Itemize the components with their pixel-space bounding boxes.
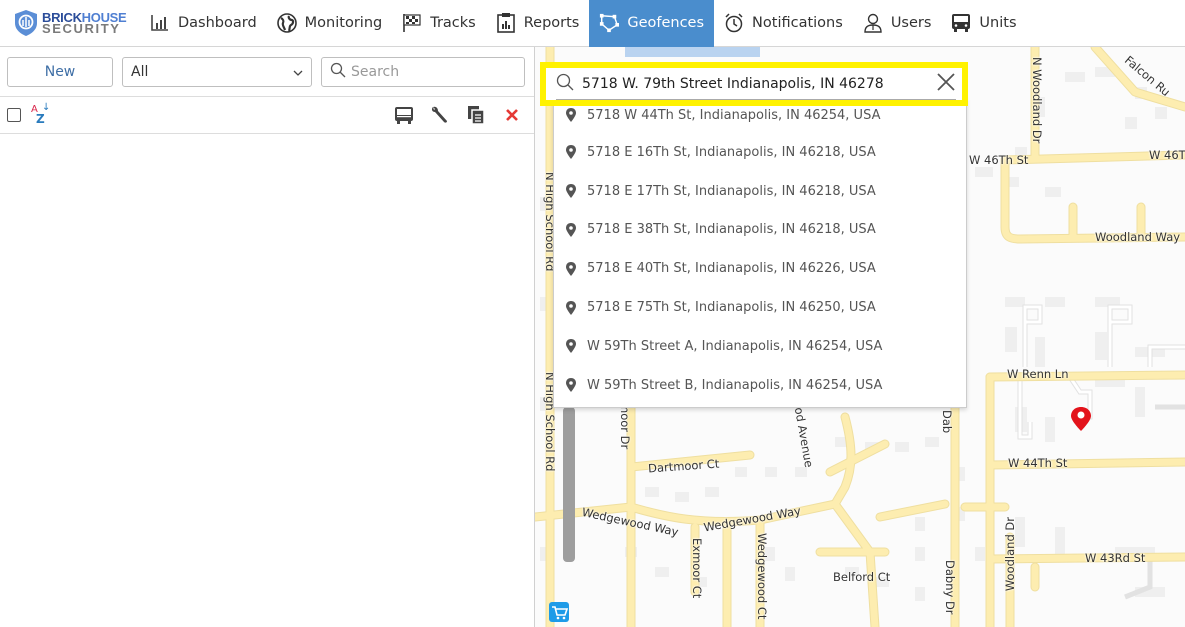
list-toolbar: New All Search — [0, 47, 534, 97]
location-marker-icon[interactable] — [1071, 407, 1091, 431]
nav-geofences[interactable]: Geofences — [589, 0, 715, 47]
suggestion-text: 5718 E 16Th St, Indianapolis, IN 46218, … — [587, 144, 876, 160]
filter-select-value: All — [131, 63, 149, 80]
search-icon — [556, 73, 574, 95]
suggestion-text: 5718 E 75Th St, Indianapolis, IN 46250, … — [587, 300, 876, 316]
address-suggestion[interactable]: 5718 E 16Th St, Indianapolis, IN 46218, … — [554, 133, 966, 172]
address-suggestions-list: 5718 W 44Th St, Indianapolis, IN 46254, … — [553, 98, 967, 408]
map-pin-icon — [566, 222, 576, 237]
nav-geofences-label: Geofences — [627, 15, 705, 31]
globe-icon — [276, 13, 297, 33]
bus-icon[interactable] — [393, 104, 415, 126]
map-label-street: Woodland Dr — [1003, 517, 1017, 592]
select-all-checkbox[interactable] — [7, 108, 21, 122]
search-icon — [330, 62, 346, 82]
bus-icon — [951, 13, 971, 33]
map-label-street: W Renn Ln — [1007, 367, 1069, 381]
geofence-list-panel: New All Search A ↓ Z — [0, 47, 535, 627]
nav-reports-label: Reports — [523, 15, 580, 31]
brickhouse-logo[interactable]: BRICKHOUSE SECURITY — [0, 0, 140, 47]
map-label-street: Wedgewood Ct — [755, 533, 769, 620]
nav-dashboard[interactable]: Dashboard — [140, 0, 267, 47]
map-label-street: W 46T — [1149, 148, 1185, 162]
nav-users-label: Users — [890, 15, 932, 31]
suggestion-text: W 59Th Street A, Indianapolis, IN 46254,… — [587, 338, 883, 354]
map-label-street: Exmoor Ct — [690, 538, 704, 599]
nav-monitoring-label: Monitoring — [304, 15, 383, 31]
nav-units[interactable]: Units — [941, 0, 1026, 47]
clipboard-chart-icon — [496, 13, 516, 33]
nav-dashboard-label: Dashboard — [178, 15, 257, 31]
top-navigation-bar: BRICKHOUSE SECURITY Dashboard Monitoring… — [0, 0, 1185, 47]
map-label-street: moor Dr — [618, 402, 632, 450]
shopping-cart-icon[interactable] — [549, 602, 569, 622]
suggestion-text: 5718 E 40Th St, Indianapolis, IN 46226, … — [587, 261, 876, 277]
map-label-street: W 46Th St — [969, 153, 1029, 167]
map-pin-icon — [566, 184, 576, 199]
suggestion-text: 5718 E 38Th St, Indianapolis, IN 46218, … — [587, 222, 876, 238]
logo-text-security: SECURITY — [42, 21, 121, 36]
map-pin-icon — [566, 339, 576, 354]
user-icon — [863, 13, 883, 33]
clear-search-icon[interactable] — [936, 72, 956, 96]
nav-units-label: Units — [979, 15, 1017, 31]
address-suggestion[interactable]: W 59Th Street A, Indianapolis, IN 46254,… — [554, 327, 966, 366]
suggestion-text: 5718 E 17Th St, Indianapolis, IN 46218, … — [587, 183, 876, 199]
bar-chart-icon — [150, 13, 170, 33]
address-suggestion[interactable]: W 59Th Street B, Indianapolis, IN 46254,… — [554, 366, 966, 405]
map-label-street: Woodland Way — [1095, 230, 1181, 244]
search-placeholder: Search — [351, 63, 400, 80]
filter-select[interactable]: All — [122, 56, 312, 87]
new-geofence-button[interactable]: New — [7, 56, 113, 87]
map-pin-icon — [566, 378, 576, 393]
map-address-search: 5718 W. 79th Street Indianapolis, IN 462… — [540, 62, 968, 106]
map-label-street: W 43Rd St — [1085, 551, 1146, 565]
polygon-icon — [599, 13, 620, 33]
address-suggestion[interactable]: 5718 E 38Th St, Indianapolis, IN 46218, … — [554, 211, 966, 250]
main-nav: Dashboard Monitoring Tracks Reports Geof… — [140, 0, 1027, 47]
wrench-icon[interactable] — [429, 104, 451, 126]
address-suggestion[interactable]: 5718 E 40Th St, Indianapolis, IN 46226, … — [554, 249, 966, 288]
nav-monitoring[interactable]: Monitoring — [267, 0, 393, 47]
suggestion-text: 5718 W 44Th St, Indianapolis, IN 46254, … — [587, 108, 881, 123]
map-label-street: N Woodland Dr — [1030, 57, 1044, 144]
list-search-input[interactable]: Search — [321, 56, 525, 87]
address-suggestion[interactable]: 5718 E 17Th St, Indianapolis, IN 46218, … — [554, 172, 966, 211]
nav-tracks-label: Tracks — [430, 15, 476, 31]
chevron-down-icon — [293, 64, 303, 80]
suggestion-text: W 59Th Street B, Indianapolis, IN 46254,… — [587, 377, 883, 393]
map-water — [625, 47, 760, 57]
checkered-flag-icon — [402, 13, 422, 33]
address-suggestion[interactable]: 5718 E 75Th St, Indianapolis, IN 46250, … — [554, 288, 966, 327]
map-label-street: Belford Ct — [833, 570, 891, 584]
nav-users[interactable]: Users — [853, 0, 942, 47]
map-pin-icon — [566, 108, 576, 122]
nav-notifications[interactable]: Notifications — [714, 0, 853, 47]
map-pin-icon — [566, 261, 576, 276]
delete-icon[interactable] — [501, 104, 523, 126]
map-pin-icon — [566, 145, 576, 160]
shield-logo-icon — [15, 10, 37, 36]
nav-notifications-label: Notifications — [752, 15, 843, 31]
map-pin-icon — [566, 300, 576, 315]
copy-icon[interactable] — [465, 104, 487, 126]
map-label-street: Dabny Dr — [943, 560, 957, 615]
address-search-input[interactable]: 5718 W. 79th Street Indianapolis, IN 462… — [582, 76, 936, 92]
alarm-clock-icon — [724, 13, 744, 33]
map-label-street: W 44Th St — [1008, 456, 1068, 470]
map-route-highlight — [563, 407, 575, 562]
list-actions-bar: A ↓ Z — [0, 97, 534, 134]
nav-reports[interactable]: Reports — [486, 0, 590, 47]
nav-tracks[interactable]: Tracks — [392, 0, 486, 47]
map-label-street: Dab — [940, 410, 954, 434]
sort-az-icon[interactable]: A ↓ Z — [31, 102, 51, 126]
